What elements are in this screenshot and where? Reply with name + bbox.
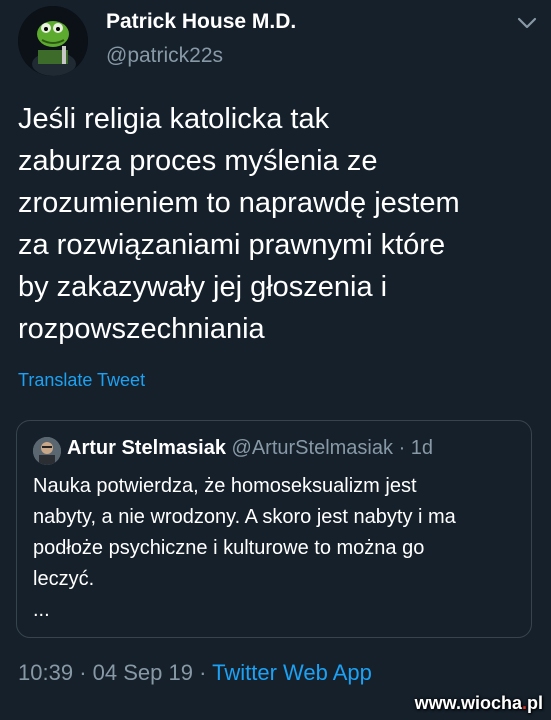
tweet-line: rozpowszechniania [18,313,265,345]
chevron-down-icon[interactable] [516,16,538,30]
tweet-source-link[interactable]: Twitter Web App [212,660,372,685]
quoted-line: Nauka potwierdza, że homoseksualizm jest [33,475,417,497]
avatar[interactable] [18,6,88,76]
watermark: www.wiocha.pl [415,693,543,714]
quoted-tweet[interactable]: Artur Stelmasiak @ArturStelmasiak · 1d N… [16,420,532,638]
meta-separator: · [79,660,87,685]
tweet-line: by zakazywały jej głoszenia i [18,271,388,303]
quoted-line: podłoże psychiczne i kulturowe to można … [33,537,425,559]
quoted-line: ... [33,599,50,621]
quoted-line: nabyty, a nie wrodzony. A skoro jest nab… [33,506,456,528]
quoted-text: Nauka potwierdza, że homoseksualizm jest… [33,471,513,626]
tweet-line: zaburza proces myślenia ze [18,145,378,177]
tweet-meta: 10:39 · 04 Sep 19 · Twitter Web App [18,660,372,686]
tweet-line: Jeśli religia katolicka tak [18,103,330,135]
tweet-time: 10:39 [18,660,74,685]
meta-separator: · [199,660,207,685]
avatar-image [18,6,88,76]
tweet-line: za rozwiązaniami prawnymi które [18,229,446,261]
tweet-text: Jeśli religia katolicka tak zaburza proc… [18,98,538,350]
quoted-time: · 1d [398,437,434,459]
quoted-line: leczyć. [33,568,95,590]
tweet-date: 04 Sep 19 [92,660,193,685]
watermark-text: www.wiocha [414,693,522,713]
quoted-avatar [33,437,61,465]
author-name[interactable]: Patrick House M.D. [106,10,296,34]
author-handle[interactable]: @patrick22s [106,44,223,68]
tweet-line: zrozumieniem to naprawdę jestem [18,187,460,219]
translate-tweet-link[interactable]: Translate Tweet [18,370,145,391]
quoted-author-name: Artur Stelmasiak [67,437,226,459]
quoted-header: Artur Stelmasiak @ArturStelmasiak · 1d [67,437,433,460]
quoted-author-handle: @ArturStelmasiak [231,437,393,459]
watermark-text: pl [527,693,543,713]
quoted-avatar-image [33,437,61,465]
